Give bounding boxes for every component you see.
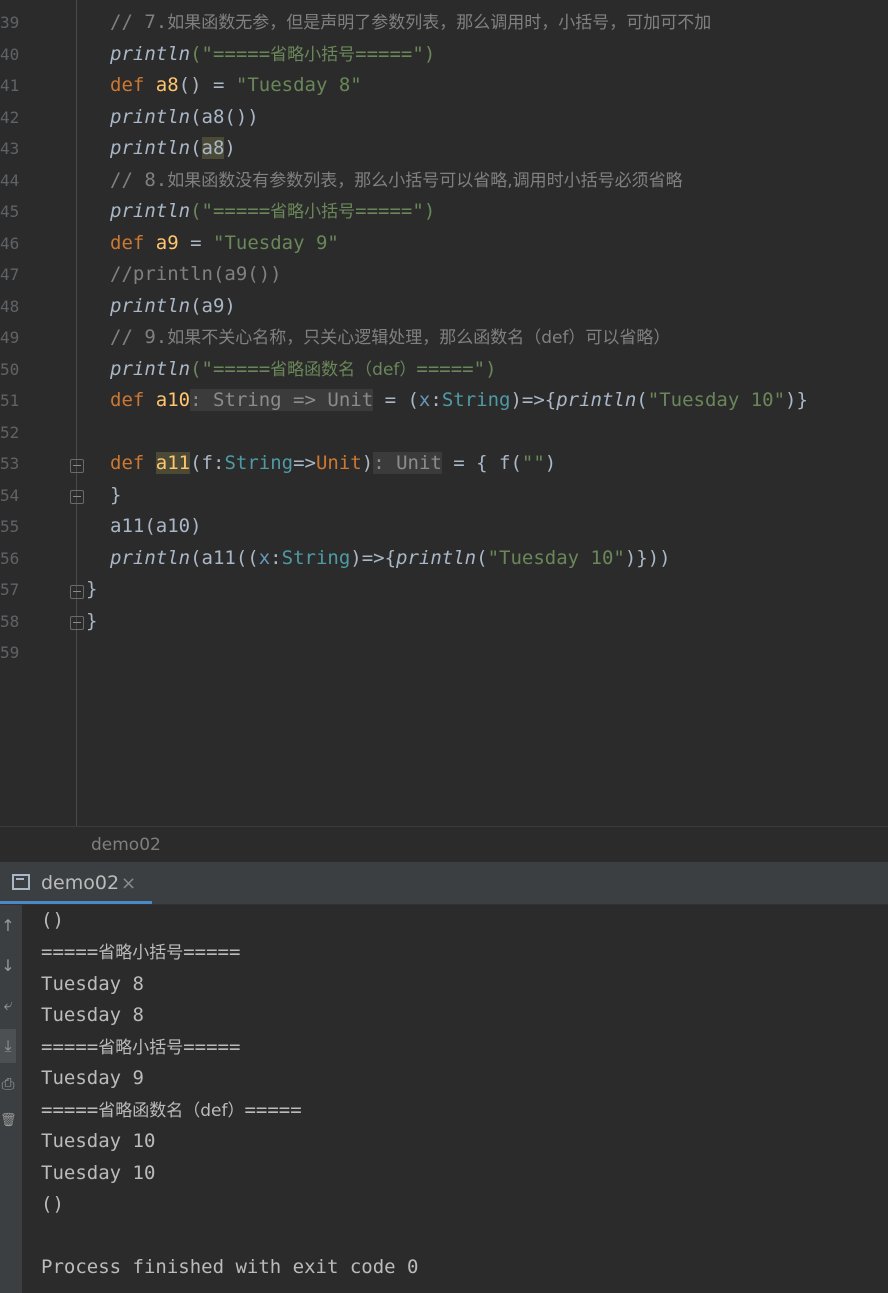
line-number: 47	[0, 265, 20, 284]
process-exit-line: Process finished with exit code 0	[41, 1256, 419, 1278]
console-icon	[12, 874, 30, 890]
line-number: 42	[0, 108, 20, 127]
breadcrumb-item[interactable]: demo02	[91, 835, 161, 855]
fold-marker-icon[interactable]	[70, 585, 84, 599]
line-number: 55	[0, 517, 20, 536]
line-number: 58	[0, 612, 20, 631]
type-hint: : String => Unit	[190, 389, 374, 411]
console-line: ()	[41, 909, 64, 931]
line-number: 52	[0, 423, 20, 442]
line-number: 51	[0, 391, 20, 410]
active-tab-indicator	[0, 901, 152, 904]
breadcrumb[interactable]: demo02	[0, 826, 888, 863]
up-arrow-icon[interactable]: ↑	[0, 915, 16, 937]
line-number: 41	[0, 76, 20, 95]
run-tool-window: demo02 × ↑ ↓ ⤶ ⤓ ⎙ 🗑 () =====省略小括号===== …	[0, 862, 888, 1293]
line-number: 46	[0, 234, 20, 253]
line-number: 49	[0, 328, 20, 347]
code-line-47[interactable]: //println(a9())	[110, 259, 282, 290]
code-line-53[interactable]: def a11(f:String=>Unit): Unit = { f("")	[110, 448, 556, 479]
line-number: 40	[0, 45, 20, 64]
line-number: 45	[0, 202, 20, 221]
code-editor[interactable]: 39 40 41 42 43 44 45 46 47 48 49 50 51 5…	[0, 0, 888, 826]
code-line-48[interactable]: println(a9)	[110, 291, 236, 322]
identifier-highlight: a8	[201, 137, 225, 159]
identifier-highlight: a11	[155, 452, 191, 474]
run-tab[interactable]: demo02 ×	[0, 862, 152, 904]
run-sidebar: ↑ ↓ ⤶ ⤓ ⎙ 🗑	[0, 905, 22, 1293]
console-line: =====省略小括号=====	[41, 1036, 241, 1058]
line-number: 54	[0, 486, 20, 505]
console-line: =====省略函数名（def）=====	[41, 1099, 302, 1121]
console-line: Tuesday 8	[41, 973, 144, 995]
code-line-56[interactable]: println(a11((x:String)=>{println("Tuesda…	[110, 543, 671, 574]
code-line-40[interactable]: println("=====省略小括号=====")	[110, 39, 435, 71]
code-line-50[interactable]: println("=====省略函数名（def）=====")	[110, 354, 497, 386]
line-number: 57	[0, 580, 20, 599]
console-line: Tuesday 10	[41, 1162, 156, 1184]
code-line-51[interactable]: def a10: String => Unit = (x:String)=>{p…	[110, 385, 808, 416]
line-number: 44	[0, 171, 20, 190]
line-number: 56	[0, 549, 20, 568]
line-number: 39	[0, 13, 20, 32]
code-line-42[interactable]: println(a8())	[110, 102, 259, 133]
down-arrow-icon[interactable]: ↓	[0, 955, 16, 977]
fold-marker-icon[interactable]	[70, 616, 84, 630]
line-number: 59	[0, 643, 20, 662]
code-line-45[interactable]: println("=====省略小括号=====")	[110, 196, 435, 228]
close-icon[interactable]: ×	[121, 873, 136, 894]
line-number: 53	[0, 454, 20, 473]
trash-icon[interactable]: 🗑	[0, 1110, 17, 1132]
code-line-57[interactable]: }	[86, 574, 97, 605]
code-line-49[interactable]: // 9.如果不关心名称，只关心逻辑处理，那么函数名（def）可以省略）	[110, 322, 670, 354]
code-line-55[interactable]: a11(a10)	[110, 511, 202, 542]
code-line-58[interactable]: }	[86, 606, 97, 637]
line-number: 43	[0, 139, 20, 158]
code-line-43[interactable]: println(a8)	[110, 133, 236, 164]
console-line: Tuesday 9	[41, 1067, 144, 1089]
soft-wrap-icon[interactable]: ⤶	[0, 994, 16, 1016]
type-hint: : Unit	[373, 452, 442, 474]
run-tab-label: demo02	[41, 872, 120, 894]
code-line-44[interactable]: // 8.如果函数没有参数列表，那么小括号可以省略,调用时小括号必须省略	[110, 165, 683, 197]
console-line: ()	[41, 1193, 64, 1215]
print-icon[interactable]: ⎙	[0, 1073, 16, 1095]
code-line-54[interactable]: }	[110, 480, 121, 511]
fold-marker-icon[interactable]	[70, 459, 84, 473]
code-line-46[interactable]: def a9 = "Tuesday 9"	[110, 228, 339, 259]
run-tab-bar: demo02 ×	[0, 862, 888, 905]
console-line: Tuesday 10	[41, 1130, 156, 1152]
code-line-39[interactable]: // 7.如果函数无参，但是声明了参数列表，那么调用时，小括号，可加可不加	[110, 7, 711, 39]
line-number: 50	[0, 360, 20, 379]
console-line: Tuesday 8	[41, 1004, 144, 1026]
scroll-to-end-icon[interactable]: ⤓	[0, 1029, 16, 1063]
gutter-divider	[76, 0, 77, 826]
console-line: =====省略小括号=====	[41, 941, 241, 963]
line-number: 48	[0, 297, 20, 316]
fold-marker-icon[interactable]	[70, 490, 84, 504]
code-line-41[interactable]: def a8() = "Tuesday 8"	[110, 70, 362, 101]
